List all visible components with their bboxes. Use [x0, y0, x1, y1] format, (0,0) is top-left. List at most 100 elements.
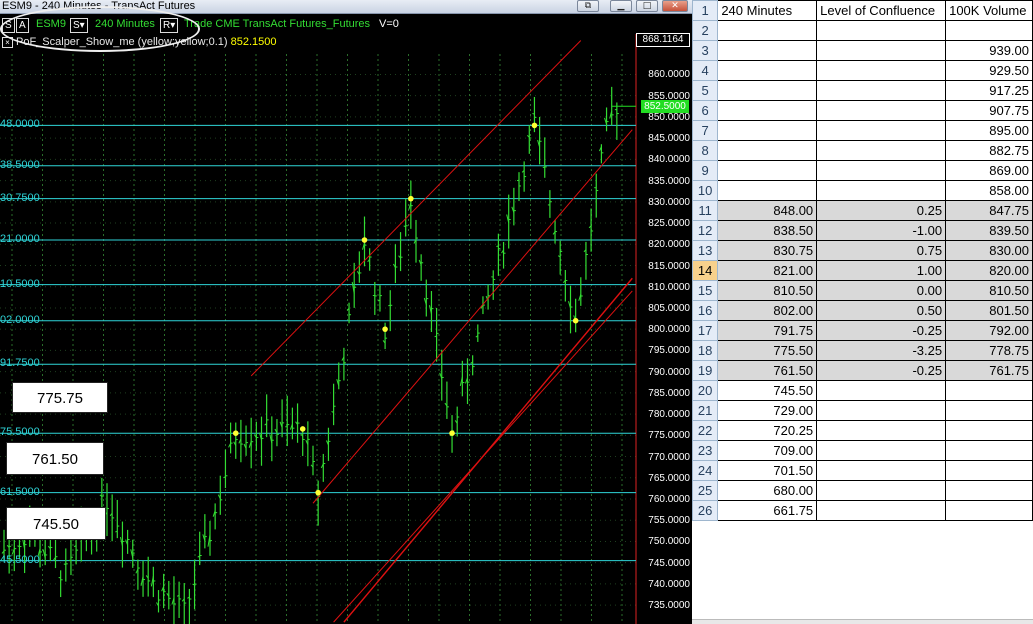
minimize-button[interactable]: ▁: [610, 0, 632, 12]
cell-240-minutes[interactable]: [717, 160, 818, 181]
cell-level-of-confluence[interactable]: 0.50: [816, 300, 947, 321]
cell-240-minutes[interactable]: 680.00: [717, 480, 818, 501]
cell-level-of-confluence[interactable]: [816, 140, 947, 161]
cell-240-minutes[interactable]: 661.75: [717, 500, 818, 521]
cell-level-of-confluence[interactable]: 0.00: [816, 280, 947, 301]
cell-100k-volume[interactable]: 882.75: [945, 140, 1033, 161]
cell-level-of-confluence[interactable]: 0.25: [816, 200, 947, 221]
cell-100k-volume[interactable]: 839.50: [945, 220, 1033, 241]
cell-100k-volume[interactable]: 869.00: [945, 160, 1033, 181]
row-header[interactable]: 3: [691, 40, 719, 61]
cell-240-minutes[interactable]: 821.00: [717, 260, 818, 281]
cell-level-of-confluence[interactable]: [816, 380, 947, 401]
cell-240-minutes[interactable]: 802.00: [717, 300, 818, 321]
cell-level-of-confluence[interactable]: -0.25: [816, 360, 947, 381]
cell-100k-volume[interactable]: 929.50: [945, 60, 1033, 81]
cell-240-minutes[interactable]: 720.25: [717, 420, 818, 441]
cell-level-of-confluence[interactable]: [816, 60, 947, 81]
row-header[interactable]: 4: [691, 60, 719, 81]
cell-level-of-confluence[interactable]: [816, 480, 947, 501]
row-header[interactable]: 15: [691, 280, 719, 301]
cell-level-of-confluence[interactable]: -1.00: [816, 220, 947, 241]
row-header[interactable]: 19: [691, 360, 719, 381]
cell-level-of-confluence[interactable]: -0.25: [816, 320, 947, 341]
cell-level-of-confluence[interactable]: [816, 460, 947, 481]
cell-100k-volume[interactable]: 810.50: [945, 280, 1033, 301]
cell-100k-volume[interactable]: [945, 500, 1033, 521]
cell-100k-volume[interactable]: 858.00: [945, 180, 1033, 201]
cell-100k-volume[interactable]: 778.75: [945, 340, 1033, 361]
cell-240-minutes[interactable]: [717, 180, 818, 201]
cell-100k-volume[interactable]: [945, 420, 1033, 441]
row-header[interactable]: 2: [691, 20, 719, 41]
cell-240-minutes[interactable]: 729.00: [717, 400, 818, 421]
row-header[interactable]: 25: [691, 480, 719, 501]
cell-level-of-confluence[interactable]: [816, 100, 947, 121]
row-header[interactable]: 17: [691, 320, 719, 341]
cell-240-minutes[interactable]: 709.00: [717, 440, 818, 461]
cell-240-minutes[interactable]: [717, 100, 818, 121]
column-header-cell[interactable]: 100K Volume: [945, 0, 1033, 21]
row-header[interactable]: 12: [691, 220, 719, 241]
close-button[interactable]: ✕: [662, 0, 688, 12]
row-header[interactable]: 26: [691, 500, 719, 521]
cell-100k-volume[interactable]: [945, 440, 1033, 461]
cell-240-minutes[interactable]: [717, 140, 818, 161]
sheet-scrollbar[interactable]: [692, 619, 1033, 624]
cell-100k-volume[interactable]: 820.00: [945, 260, 1033, 281]
cell-level-of-confluence[interactable]: [816, 120, 947, 141]
cell-240-minutes[interactable]: 810.50: [717, 280, 818, 301]
cell-100k-volume[interactable]: 801.50: [945, 300, 1033, 321]
cell-level-of-confluence[interactable]: [816, 440, 947, 461]
cell-level-of-confluence[interactable]: 1.00: [816, 260, 947, 281]
row-header[interactable]: 18: [691, 340, 719, 361]
row-header[interactable]: 11: [691, 200, 719, 221]
cell-240-minutes[interactable]: 830.75: [717, 240, 818, 261]
cell-100k-volume[interactable]: 830.00: [945, 240, 1033, 261]
cell-100k-volume[interactable]: 907.75: [945, 100, 1033, 121]
cell-level-of-confluence[interactable]: [816, 400, 947, 421]
cell-level-of-confluence[interactable]: 0.75: [816, 240, 947, 261]
cell-level-of-confluence[interactable]: [816, 180, 947, 201]
cell-level-of-confluence[interactable]: [816, 420, 947, 441]
cell-level-of-confluence[interactable]: [816, 500, 947, 521]
cell-100k-volume[interactable]: 917.25: [945, 80, 1033, 101]
cell-100k-volume[interactable]: 792.00: [945, 320, 1033, 341]
cell-100k-volume[interactable]: 895.00: [945, 120, 1033, 141]
cell-100k-volume[interactable]: 847.75: [945, 200, 1033, 221]
cell-240-minutes[interactable]: 791.75: [717, 320, 818, 341]
cell-level-of-confluence[interactable]: [816, 160, 947, 181]
maximize-button[interactable]: □: [636, 0, 658, 12]
row-header[interactable]: 14: [691, 260, 719, 281]
row-header[interactable]: 21: [691, 400, 719, 421]
cell-100k-volume[interactable]: 761.75: [945, 360, 1033, 381]
cell-240-minutes[interactable]: 701.50: [717, 460, 818, 481]
cell-240-minutes[interactable]: [717, 20, 818, 41]
column-header-cell[interactable]: Level of Confluence: [816, 0, 947, 21]
cell-240-minutes[interactable]: 848.00: [717, 200, 818, 221]
cell-100k-volume[interactable]: [945, 380, 1033, 401]
row-header[interactable]: 13: [691, 240, 719, 261]
row-header[interactable]: 23: [691, 440, 719, 461]
row-header[interactable]: 9: [691, 160, 719, 181]
cell-240-minutes[interactable]: [717, 120, 818, 141]
row-header[interactable]: 24: [691, 460, 719, 481]
cell-level-of-confluence[interactable]: [816, 40, 947, 61]
cell-100k-volume[interactable]: [945, 20, 1033, 41]
row-header[interactable]: 10: [691, 180, 719, 201]
cell-240-minutes[interactable]: 838.50: [717, 220, 818, 241]
cell-level-of-confluence[interactable]: [816, 20, 947, 41]
cell-240-minutes[interactable]: [717, 40, 818, 61]
cell-level-of-confluence[interactable]: -3.25: [816, 340, 947, 361]
cell-100k-volume[interactable]: [945, 480, 1033, 501]
cell-100k-volume[interactable]: [945, 400, 1033, 421]
row-header[interactable]: 20: [691, 380, 719, 401]
row-header[interactable]: 7: [691, 120, 719, 141]
row-header[interactable]: 6: [691, 100, 719, 121]
cell-240-minutes[interactable]: [717, 80, 818, 101]
row-header[interactable]: 16: [691, 300, 719, 321]
restore-button[interactable]: ⧉: [577, 0, 599, 12]
spreadsheet[interactable]: 1 240 Minutes Level of Confluence 100K V…: [691, 0, 1033, 624]
cell-240-minutes[interactable]: 745.50: [717, 380, 818, 401]
cell-100k-volume[interactable]: 939.00: [945, 40, 1033, 61]
